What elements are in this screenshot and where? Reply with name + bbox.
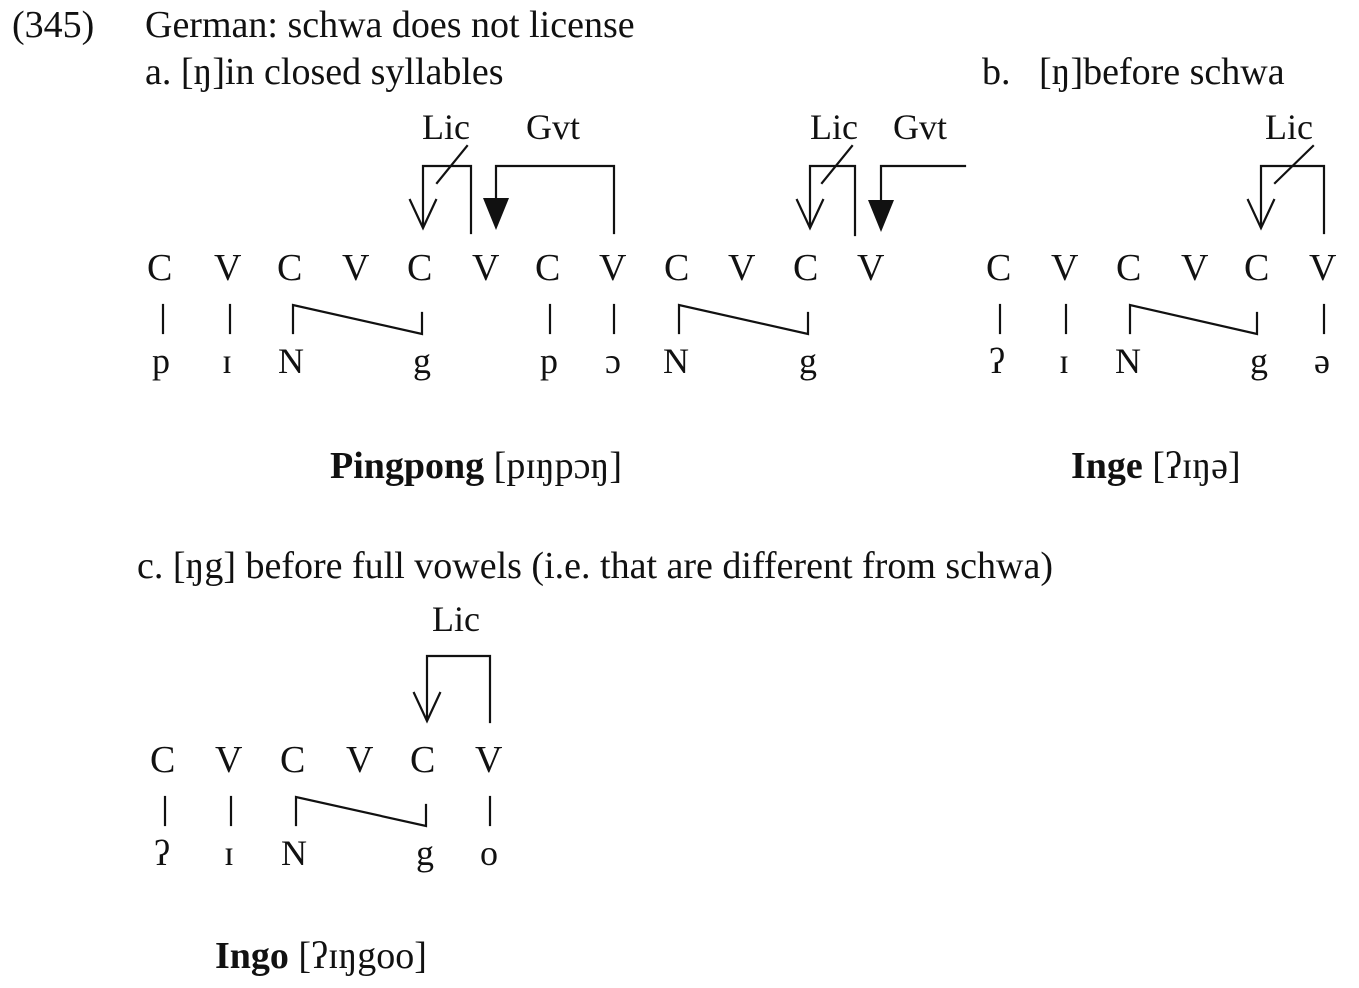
panel-c-association-lines — [163, 795, 492, 828]
diagram-lines — [161, 144, 1326, 828]
panel-a-licensing-arrow-1 — [408, 144, 473, 235]
panel-a-licensing-arrow-2 — [795, 144, 857, 237]
panel-b-licensing-arrow — [1246, 144, 1326, 235]
panel-c-licensing-arrow — [412, 654, 492, 724]
panel-a-association-lines — [161, 303, 810, 336]
panel-b-association-lines — [998, 303, 1326, 336]
panel-a-government-arrow-2 — [868, 164, 967, 232]
panel-a-government-arrow-1 — [483, 164, 616, 235]
